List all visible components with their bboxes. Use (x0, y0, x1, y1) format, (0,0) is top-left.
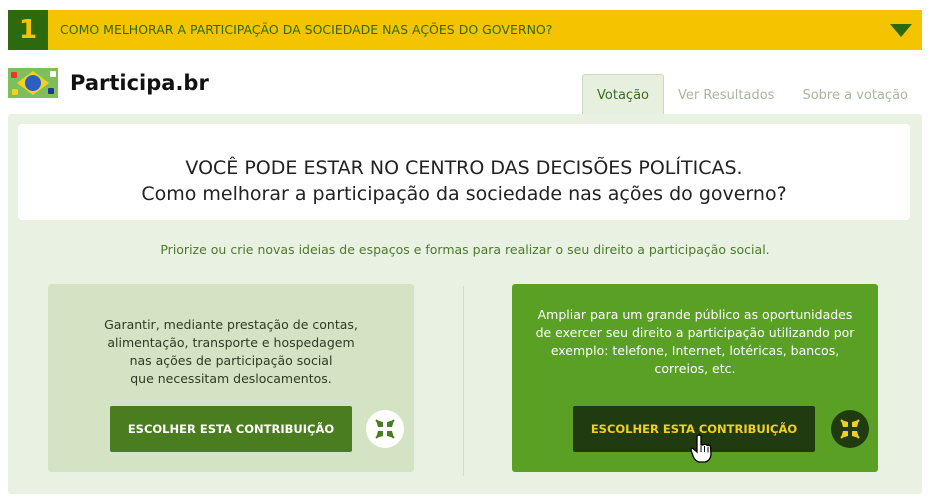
shrink-arrows-icon[interactable] (366, 410, 404, 448)
hero-headline: VOCÊ PODE ESTAR NO CENTRO DAS DECISÕES P… (185, 157, 743, 179)
brand-name: Participa.br (70, 71, 209, 95)
question-number: 1 (8, 10, 48, 50)
instruction-text: Priorize ou crie novas ideias de espaços… (160, 242, 770, 257)
option-text: Ampliar para um grande público as oportu… (535, 307, 855, 376)
hero-question: Como melhorar a participação da sociedad… (141, 183, 787, 205)
brand[interactable]: Participa.br (8, 66, 209, 100)
choose-contribution-button[interactable]: ESCOLHER ESTA CONTRIBUIÇÃO (110, 406, 352, 452)
triangle-down-icon[interactable] (890, 24, 912, 37)
tab-ver-resultados[interactable]: Ver Resultados (664, 74, 788, 114)
option-card-right[interactable]: Ampliar para um grande público as oportu… (512, 284, 878, 472)
question-title: COMO MELHORAR A PARTICIPAÇÃO DA SOCIEDAD… (60, 22, 553, 37)
option-text: Garantir, mediante prestação de contas, … (104, 317, 358, 386)
hand-pointer-icon (690, 434, 712, 468)
option-card-left[interactable]: Garantir, mediante prestação de contas, … (48, 284, 414, 472)
question-header[interactable]: 1 COMO MELHORAR A PARTICIPAÇÃO DA SOCIED… (8, 10, 922, 50)
divider (463, 286, 464, 476)
tab-bar: Votação Ver Resultados Sobre a votação (582, 74, 922, 117)
brazil-flag-logo-icon (8, 68, 58, 98)
tab-votacao[interactable]: Votação (582, 74, 664, 117)
voting-panel: VOCÊ PODE ESTAR NO CENTRO DAS DECISÕES P… (8, 114, 922, 494)
hero-box: VOCÊ PODE ESTAR NO CENTRO DAS DECISÕES P… (18, 124, 910, 220)
shrink-arrows-icon[interactable] (831, 410, 869, 448)
tab-sobre-a-votacao[interactable]: Sobre a votação (788, 74, 922, 114)
